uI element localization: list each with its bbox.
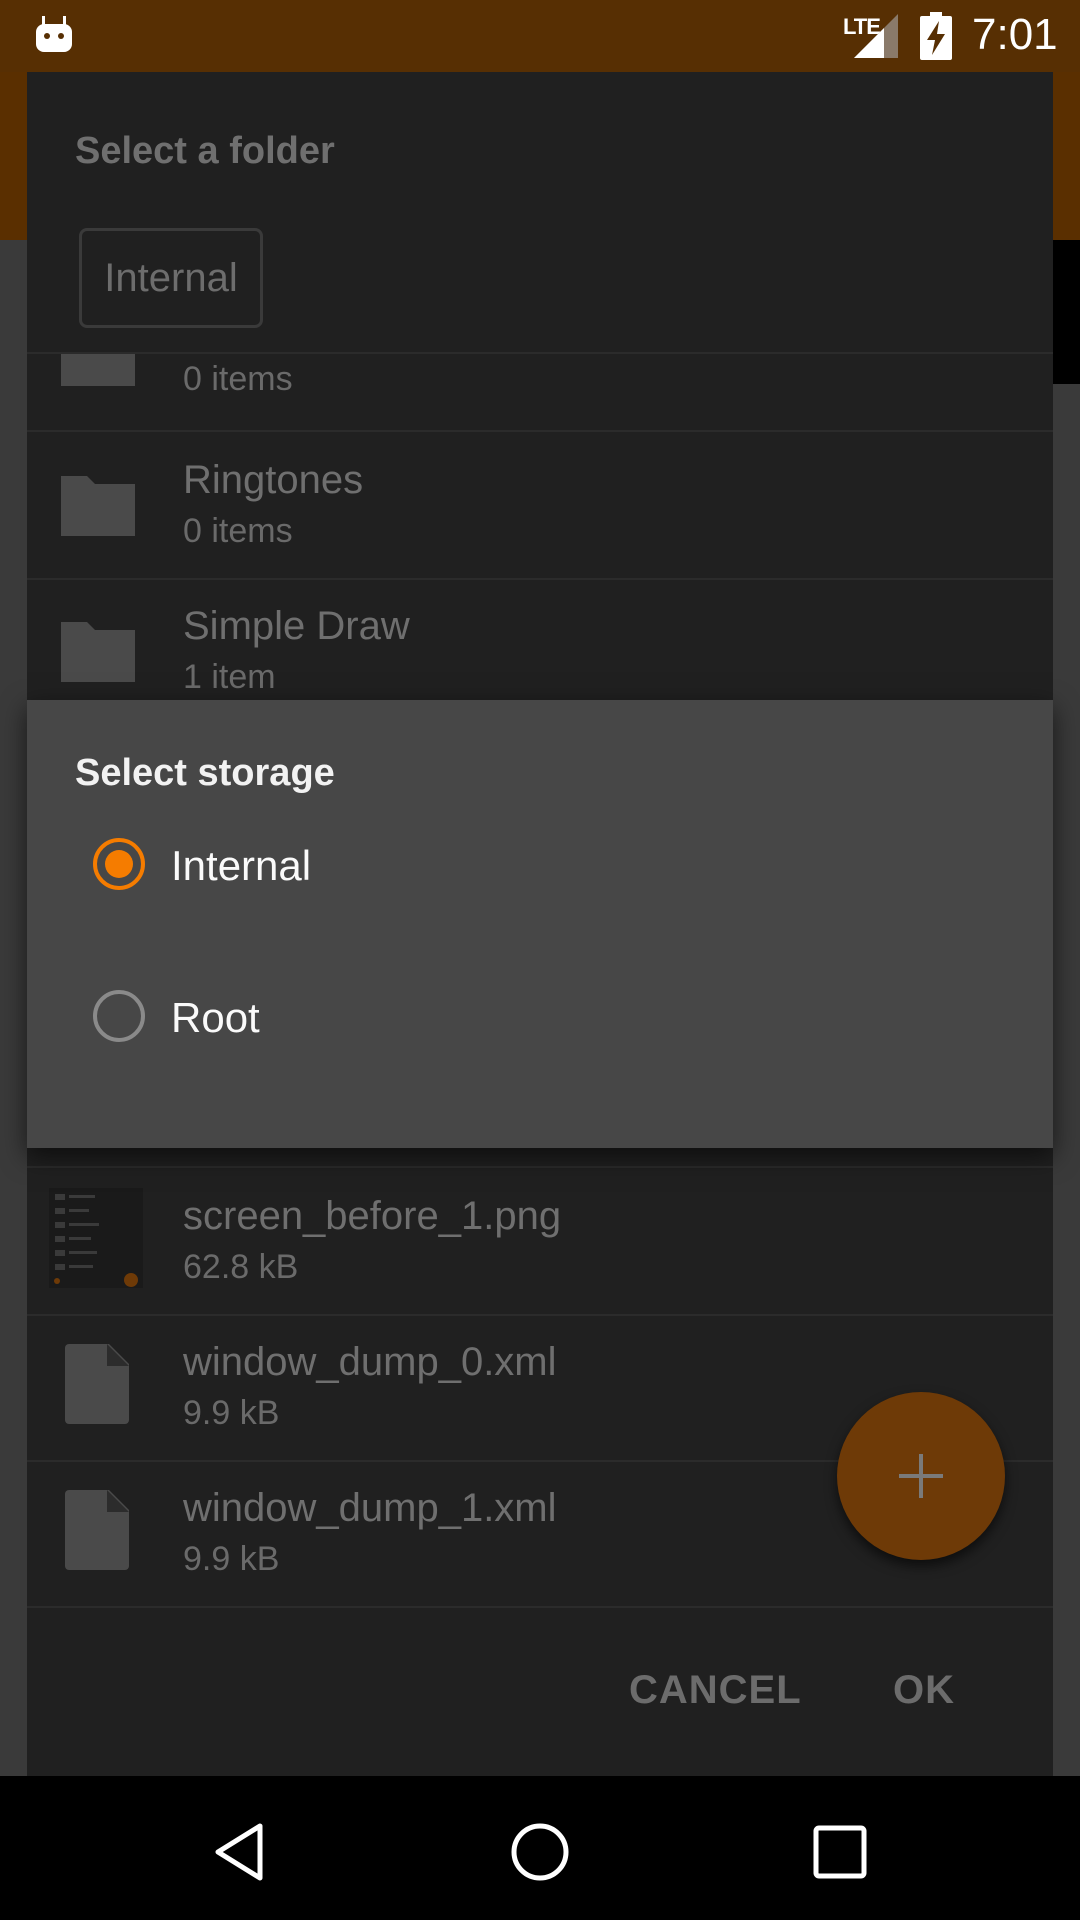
file-icon <box>65 1344 129 1424</box>
item-meta: 0 items <box>183 512 293 550</box>
list-item[interactable]: 0 items <box>27 354 1053 432</box>
home-icon[interactable] <box>508 1820 572 1884</box>
option-label: Internal <box>171 842 312 889</box>
signal-icon <box>854 14 898 58</box>
folder-icon <box>61 622 135 682</box>
list-item[interactable]: screen_before_1.png 62.8 kB <box>27 1168 1053 1316</box>
dialog-title: Select storage <box>75 752 335 794</box>
ok-button[interactable]: OK <box>893 1668 955 1713</box>
storage-breadcrumb-chip[interactable]: Internal <box>79 228 263 328</box>
option-label: Root <box>171 994 260 1041</box>
folder-icon <box>61 476 135 536</box>
cancel-button[interactable]: CANCEL <box>629 1668 802 1713</box>
radio-checked-icon[interactable] <box>93 838 145 890</box>
android-debug-icon <box>36 16 72 52</box>
radio-unchecked-icon[interactable] <box>93 990 145 1042</box>
item-meta: 62.8 kB <box>183 1248 299 1286</box>
battery-charging-icon <box>920 12 952 60</box>
item-name: Ringtones <box>183 458 364 502</box>
item-name: Simple Draw <box>183 604 410 648</box>
item-name: screen_before_1.png <box>183 1194 562 1238</box>
status-bar: LTE 7:01 <box>0 0 1080 72</box>
select-storage-dialog: Select storage Internal Root <box>27 700 1053 1148</box>
file-icon <box>65 1490 129 1570</box>
item-meta: 0 items <box>183 360 293 398</box>
item-meta: 1 item <box>183 658 276 696</box>
item-name: window_dump_0.xml <box>183 1340 557 1384</box>
navigation-bar <box>0 1776 1080 1920</box>
dialog-title: Select a folder <box>75 130 335 172</box>
recents-icon[interactable] <box>808 1820 872 1884</box>
list-item[interactable]: Ringtones 0 items <box>27 432 1053 580</box>
storage-option-root[interactable]: Root <box>27 944 1053 1094</box>
image-thumbnail <box>49 1188 143 1288</box>
folder-icon <box>61 354 135 386</box>
item-meta: 9.9 kB <box>183 1540 280 1578</box>
clock: 7:01 <box>972 10 1058 59</box>
plus-icon <box>899 1454 943 1498</box>
background-edge <box>1052 240 1080 384</box>
item-name: window_dump_1.xml <box>183 1486 557 1530</box>
storage-option-internal[interactable]: Internal <box>27 792 1053 942</box>
back-icon[interactable] <box>210 1820 274 1884</box>
item-meta: 9.9 kB <box>183 1394 280 1432</box>
add-folder-fab[interactable] <box>837 1392 1005 1560</box>
